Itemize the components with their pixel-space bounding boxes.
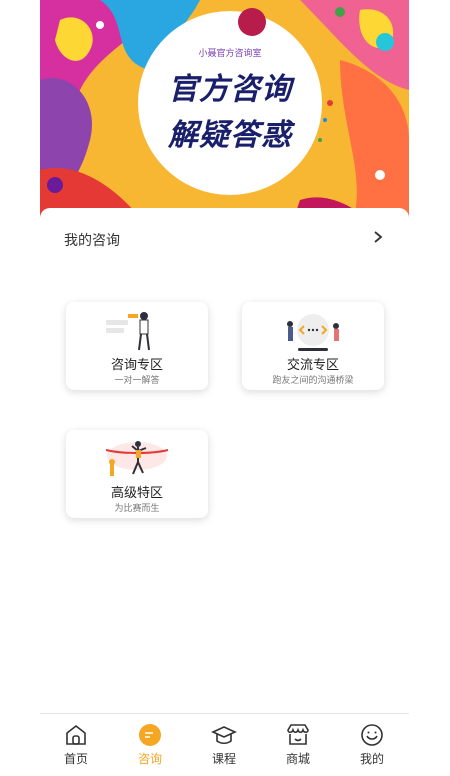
tile-exchange-zone[interactable]: 交流专区 跑友之间的沟通桥梁 — [242, 302, 384, 390]
tile-title: 咨询专区 — [110, 358, 163, 373]
right-margin — [409, 0, 450, 776]
consult-card: 我的咨询 咨询专区 一对一解答 交流专区 跑友之间的沟通桥梁 高级特区 为比赛而… — [40, 208, 409, 713]
store-icon — [287, 724, 309, 745]
tab-home[interactable]: 首页 — [46, 722, 106, 767]
chevron-right-icon[interactable] — [371, 230, 385, 244]
presenter-illustration-icon — [106, 312, 150, 351]
banner-headline-2: 解疑答惑 — [168, 118, 292, 153]
home-icon — [66, 724, 86, 745]
left-margin — [0, 0, 40, 776]
tab-label: 首页 — [63, 752, 88, 766]
bottom-tab-bar: 首页 咨询 课程 商城 我的 — [40, 713, 409, 776]
tab-consult[interactable]: 咨询 — [120, 722, 180, 767]
tab-label: 咨询 — [137, 752, 162, 766]
runner-finish-illustration-icon — [105, 441, 169, 476]
tile-subtitle: 为比赛而生 — [114, 504, 160, 514]
tab-label: 商城 — [285, 752, 310, 766]
hero-banner[interactable]: 小聂官方咨询室 官方咨询 解疑答惑 — [40, 0, 409, 230]
tab-store[interactable]: 商城 — [268, 722, 328, 767]
chat-bubble-icon — [139, 724, 161, 746]
tile-title: 交流专区 — [286, 358, 339, 373]
tile-consult-zone[interactable]: 咨询专区 一对一解答 — [66, 302, 208, 390]
graduation-cap-icon — [211, 726, 237, 745]
tab-mine[interactable]: 我的 — [342, 722, 402, 767]
banner-headline-1: 官方咨询 — [168, 72, 292, 107]
smile-face-icon — [361, 724, 383, 746]
banner-subtitle: 小聂官方咨询室 — [198, 49, 262, 59]
tab-label: 我的 — [359, 752, 384, 766]
tab-courses[interactable]: 课程 — [194, 722, 254, 767]
section-title: 我的咨询 — [64, 233, 120, 249]
tile-title: 高级特区 — [110, 486, 163, 501]
tile-subtitle: 跑友之间的沟通桥梁 — [272, 376, 354, 386]
tile-advanced-zone[interactable]: 高级特区 为比赛而生 — [66, 430, 208, 518]
tile-subtitle: 一对一解答 — [114, 376, 160, 386]
discussion-illustration-icon — [287, 314, 339, 351]
tab-label: 课程 — [211, 752, 236, 766]
app-screen: 小聂官方咨询室 官方咨询 解疑答惑 我的咨询 咨询专区 一对一解答 交流专区 跑… — [40, 0, 409, 776]
